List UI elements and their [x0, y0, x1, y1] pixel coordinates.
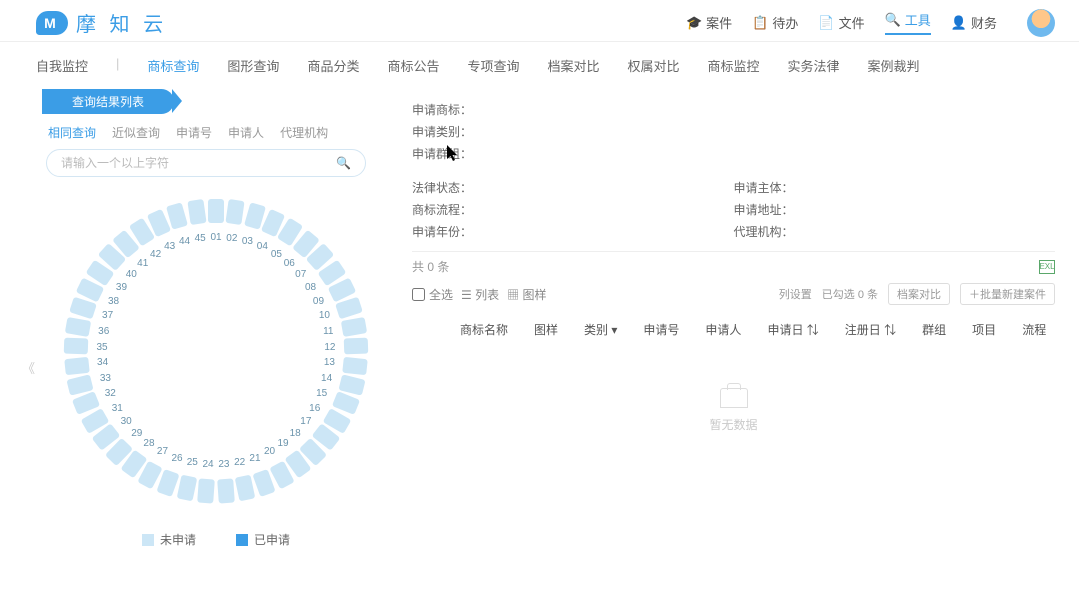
class-number[interactable]: 24: [199, 456, 217, 474]
nav-finance[interactable]: 👤财务: [951, 13, 997, 32]
class-number[interactable]: 23: [215, 456, 233, 474]
class-number[interactable]: 45: [191, 229, 209, 247]
field-apply-group: 申请群组：: [412, 143, 1055, 165]
subnav-classify[interactable]: 商品分类: [307, 56, 359, 75]
class-number[interactable]: 33: [96, 370, 114, 388]
th-process[interactable]: 流程: [1022, 321, 1046, 338]
th-class[interactable]: 类别 ▾: [584, 321, 617, 338]
tab-approx[interactable]: 近似查询: [112, 124, 160, 141]
th-project[interactable]: 项目: [972, 321, 996, 338]
class-slot[interactable]: [65, 317, 91, 337]
class-slot[interactable]: [177, 475, 198, 502]
subnav-trademark-query[interactable]: 商标查询: [147, 56, 199, 75]
briefcase-icon: 🎓: [686, 15, 702, 31]
empty-icon: [720, 388, 748, 408]
top-nav: 🎓案件 📋待办 📄文件 🔍工具 👤财务: [686, 9, 1055, 37]
app-logo: 摩 知 云: [36, 8, 167, 37]
sample-view-toggle[interactable]: ▦ 图样: [507, 286, 546, 303]
list-view-toggle[interactable]: ☰ 列表: [461, 286, 499, 303]
subnav-judgment[interactable]: 案例裁判: [868, 56, 920, 75]
compare-button[interactable]: 档案对比: [888, 283, 950, 305]
nav-todo[interactable]: 📋待办: [752, 13, 798, 32]
class-slot[interactable]: [64, 338, 89, 355]
nav-tools[interactable]: 🔍工具: [885, 10, 931, 35]
logo-icon: [36, 11, 68, 35]
th-appdate[interactable]: 申请日 ⇅: [767, 321, 818, 338]
search-input[interactable]: [61, 156, 336, 170]
class-slot[interactable]: [226, 199, 245, 225]
field-legal-status: 法律状态：: [412, 177, 734, 199]
class-number[interactable]: 36: [95, 322, 113, 340]
th-sample[interactable]: 图样: [534, 321, 558, 338]
class-wheel: 0102030405060708091011121314151617181920…: [66, 201, 366, 501]
class-number[interactable]: 34: [94, 354, 112, 372]
person-icon: 👤: [951, 15, 967, 31]
th-appno[interactable]: 申请号: [643, 321, 679, 338]
select-all-checkbox[interactable]: 全选: [412, 286, 453, 303]
class-number[interactable]: 35: [93, 338, 111, 356]
field-apply-subject: 申请主体：: [734, 177, 1056, 199]
class-slot[interactable]: [342, 356, 368, 374]
collapse-chevron-icon[interactable]: 《: [22, 358, 35, 377]
subnav-self-monitor[interactable]: 自我监控: [36, 56, 88, 75]
class-slot[interactable]: [64, 356, 90, 374]
tab-applicant[interactable]: 申请人: [228, 124, 264, 141]
nav-cases[interactable]: 🎓案件: [686, 13, 732, 32]
checked-count: 已勾选 0 条: [822, 286, 878, 302]
avatar[interactable]: [1027, 9, 1055, 37]
search-icon[interactable]: 🔍: [336, 156, 351, 170]
subnav-announce[interactable]: 商标公告: [387, 56, 439, 75]
ribbon-title: 查询结果列表: [42, 89, 174, 114]
class-slot[interactable]: [341, 317, 367, 337]
class-slot[interactable]: [235, 475, 256, 502]
field-apply-mark: 申请商标：: [412, 99, 1055, 121]
field-tm-process: 商标流程：: [412, 199, 734, 221]
search-icon: 🔍: [885, 12, 901, 28]
table-header: 商标名称 图样 类别 ▾ 申请号 申请人 申请日 ⇅ 注册日 ⇅ 群组 项目 流…: [412, 321, 1055, 338]
class-slot[interactable]: [197, 478, 215, 503]
sub-nav: 自我监控 | 商标查询 图形查询 商品分类 商标公告 专项查询 档案对比 权属对…: [0, 42, 1079, 89]
subnav-archive[interactable]: 档案对比: [547, 56, 599, 75]
class-slot[interactable]: [208, 199, 224, 223]
class-slot[interactable]: [217, 478, 235, 503]
subnav-special[interactable]: 专项查询: [467, 56, 519, 75]
tab-same[interactable]: 相同查询: [48, 124, 96, 141]
field-apply-year: 申请年份：: [412, 221, 734, 243]
subnav-law[interactable]: 实务法律: [788, 56, 840, 75]
export-excel-icon[interactable]: EXL: [1039, 260, 1055, 274]
search-box[interactable]: 🔍: [46, 149, 366, 177]
tab-appno[interactable]: 申请号: [176, 124, 212, 141]
legend-applied: 已申请: [236, 531, 290, 548]
th-applicant[interactable]: 申请人: [705, 321, 741, 338]
class-slot[interactable]: [166, 203, 188, 230]
class-number[interactable]: 22: [231, 454, 249, 472]
legend-unapplied: 未申请: [142, 531, 196, 548]
tab-agency[interactable]: 代理机构: [280, 124, 328, 141]
field-apply-addr: 申请地址：: [734, 199, 1056, 221]
empty-state: 暂无数据: [412, 388, 1055, 433]
bulk-new-button[interactable]: ＋批量新建案件: [960, 283, 1055, 305]
class-slot[interactable]: [344, 338, 369, 355]
class-slot[interactable]: [187, 199, 206, 225]
field-apply-class: 申请类别：: [412, 121, 1055, 143]
result-count: 共 0 条: [412, 258, 449, 275]
logo-text: 摩 知 云: [76, 8, 167, 37]
th-group[interactable]: 群组: [922, 321, 946, 338]
th-name[interactable]: 商标名称: [460, 321, 508, 338]
subnav-rights[interactable]: 权属对比: [628, 56, 680, 75]
subnav-monitor[interactable]: 商标监控: [708, 56, 760, 75]
document-icon: 📄: [818, 15, 834, 31]
column-settings[interactable]: 列设置: [779, 286, 812, 302]
subnav-graphic-query[interactable]: 图形查询: [227, 56, 279, 75]
legend: 未申请 已申请: [36, 531, 396, 548]
nav-files[interactable]: 📄文件: [818, 13, 864, 32]
query-tabs: 相同查询 近似查询 申请号 申请人 代理机构: [48, 124, 396, 141]
field-agency: 代理机构：: [734, 221, 1056, 243]
th-regdate[interactable]: 注册日 ⇅: [845, 321, 896, 338]
clipboard-icon: 📋: [752, 15, 768, 31]
